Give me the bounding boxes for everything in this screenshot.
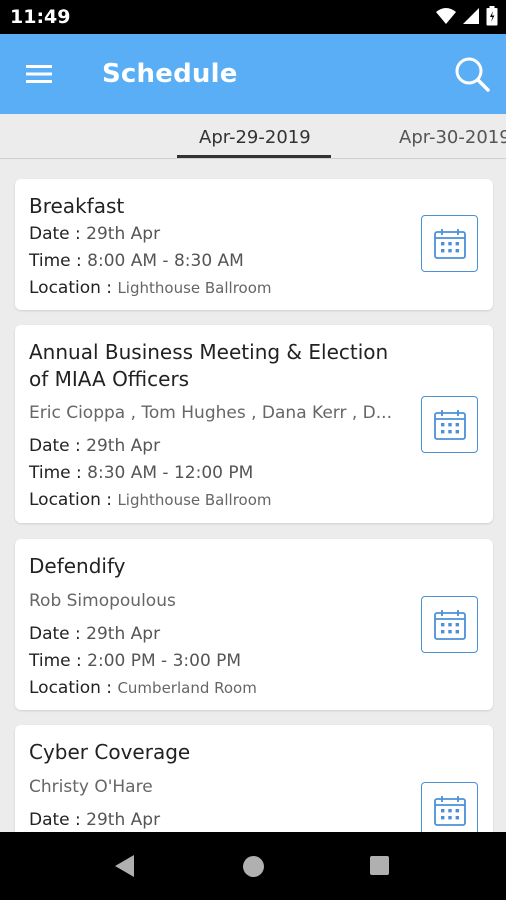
- session-title: Breakfast: [29, 194, 125, 218]
- time-label: Time :: [29, 251, 82, 271]
- time-value: 8:00 AM - 8:30 AM: [87, 251, 244, 271]
- calendar-icon: [433, 609, 466, 640]
- session-card-annual-business-meeting[interactable]: Annual Business Meeting & Election of MI…: [15, 325, 493, 523]
- session-title: Defendify: [29, 554, 126, 578]
- back-icon[interactable]: [114, 854, 136, 878]
- status-time: 11:49: [10, 6, 71, 28]
- session-date: Date : 29th Apr: [29, 810, 160, 830]
- status-icons: [436, 6, 498, 26]
- selected-tab-indicator: [177, 155, 331, 158]
- date-label: Date :: [29, 224, 81, 244]
- session-time: Time : 8:00 AM - 8:30 AM: [29, 251, 244, 271]
- signal-icon: [463, 8, 479, 24]
- calendar-icon: [433, 795, 466, 826]
- calendar-icon: [433, 228, 466, 259]
- date-label: Date :: [29, 810, 81, 830]
- session-location: Location : Lighthouse Ballroom: [29, 490, 272, 510]
- tab-apr-30-2019[interactable]: Apr-30-2019: [399, 127, 506, 148]
- session-time: Time : 2:00 PM - 3:00 PM: [29, 651, 241, 671]
- add-to-calendar-button[interactable]: [421, 215, 478, 272]
- date-label: Date :: [29, 436, 81, 456]
- date-value: 29th Apr: [86, 224, 161, 244]
- location-value: Cumberland Room: [117, 679, 257, 697]
- session-card-defendify[interactable]: Defendify Rob Simopoulous Date : 29th Ap…: [15, 539, 493, 710]
- time-label: Time :: [29, 463, 82, 483]
- time-value: 2:00 PM - 3:00 PM: [87, 651, 242, 671]
- session-location: Location : Lighthouse Ballroom: [29, 278, 272, 298]
- add-to-calendar-button[interactable]: [421, 782, 478, 832]
- menu-icon[interactable]: [22, 60, 58, 88]
- session-date: Date : 29th Apr: [29, 224, 160, 244]
- date-tabs: Apr-29-2019 Apr-30-2019: [0, 114, 506, 159]
- app-bar: Schedule: [0, 34, 506, 114]
- status-bar: 11:49: [0, 0, 506, 34]
- session-date: Date : 29th Apr: [29, 624, 160, 644]
- session-time: Time : 8:30 AM - 12:00 PM: [29, 463, 253, 483]
- time-label: Time :: [29, 651, 82, 671]
- location-label: Location :: [29, 678, 113, 698]
- location-value: Lighthouse Ballroom: [117, 279, 272, 297]
- session-title: Cyber Coverage: [29, 740, 191, 764]
- location-label: Location :: [29, 490, 113, 510]
- session-speakers: Eric Cioppa , Tom Hughes , Dana Kerr , D…: [29, 403, 392, 423]
- add-to-calendar-button[interactable]: [421, 396, 478, 453]
- date-value: 29th Apr: [86, 436, 161, 456]
- session-date: Date : 29th Apr: [29, 436, 160, 456]
- tab-apr-29-2019[interactable]: Apr-29-2019: [199, 127, 311, 148]
- session-speakers: Rob Simopoulous: [29, 591, 176, 611]
- recents-icon[interactable]: [370, 856, 389, 875]
- location-value: Lighthouse Ballroom: [117, 491, 272, 509]
- session-location: Location : Cumberland Room: [29, 678, 257, 698]
- battery-icon: [486, 6, 498, 26]
- date-value: 29th Apr: [86, 810, 161, 830]
- session-card-cyber-coverage[interactable]: Cyber Coverage Christy O'Hare Date : 29t…: [15, 725, 493, 832]
- wifi-icon: [436, 8, 456, 24]
- date-value: 29th Apr: [86, 624, 161, 644]
- session-title: Annual Business Meeting & Election of MI…: [29, 340, 389, 391]
- location-label: Location :: [29, 278, 113, 298]
- system-nav-bar: [0, 832, 506, 900]
- calendar-icon: [433, 409, 466, 440]
- session-speakers: Christy O'Hare: [29, 777, 153, 797]
- home-icon[interactable]: [243, 856, 264, 877]
- date-label: Date :: [29, 624, 81, 644]
- session-card-breakfast[interactable]: Breakfast Date : 29th Apr Time : 8:00 AM…: [15, 179, 493, 310]
- page-title: Schedule: [102, 59, 238, 89]
- time-value: 8:30 AM - 12:00 PM: [87, 463, 254, 483]
- session-list[interactable]: Breakfast Date : 29th Apr Time : 8:00 AM…: [0, 160, 506, 832]
- add-to-calendar-button[interactable]: [421, 596, 478, 653]
- search-icon[interactable]: [452, 54, 492, 94]
